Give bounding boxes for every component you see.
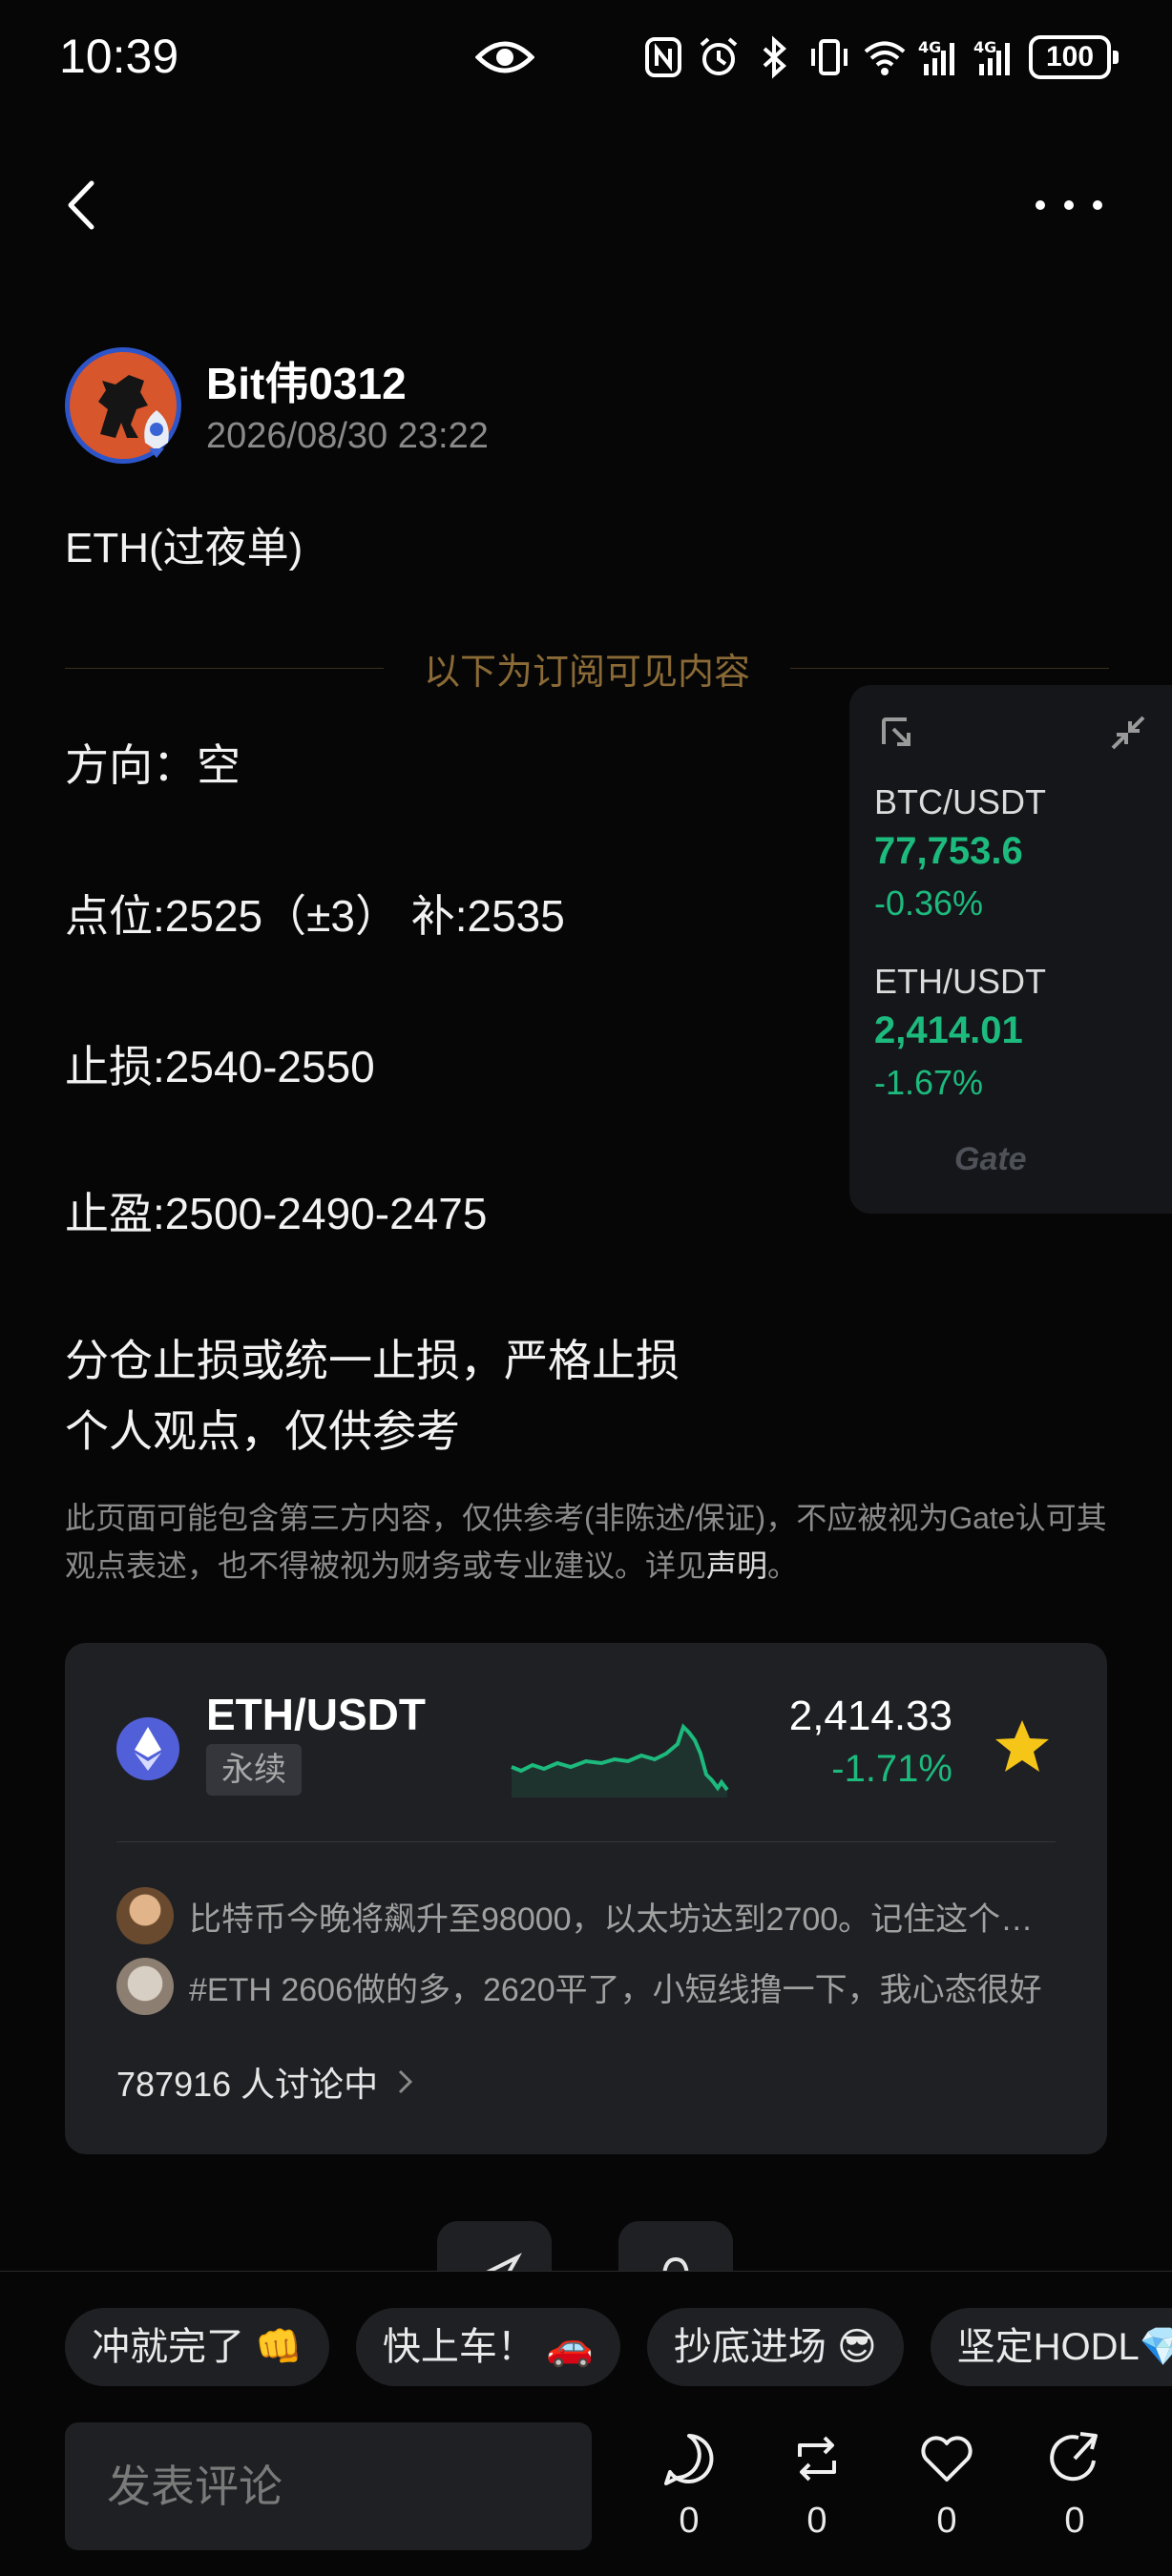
status-time: 10:39 [59, 30, 179, 83]
repost-button[interactable]: 0 [779, 2430, 855, 2554]
discussion-count: 787916 人讨论中 [116, 2065, 379, 2104]
post-line-entry: 点位:2525（±3） 补:2535 [65, 891, 565, 941]
repost-icon [798, 2436, 836, 2482]
disclaimer: 此页面可能包含第三方内容，仅供参考(非陈述/保证)，不应被视为Gate认可其观点… [65, 1494, 1115, 1589]
user-avatar [116, 1887, 174, 1944]
nfc-icon [645, 37, 681, 77]
disclaimer-link[interactable]: 声明 [706, 1548, 767, 1583]
post-timestamp: 2026/08/30 23:22 [206, 416, 489, 456]
post-title: ETH(过夜单) [65, 525, 303, 571]
subscription-divider-text: 以下为订阅可见内容 [424, 652, 751, 693]
quick-reply-row: 冲就完了 👊 快上车！ 🚗 抄底进场 😎 坚定HODL💎 [65, 2308, 1172, 2386]
comment-icon [664, 2434, 714, 2485]
heart-icon [921, 2436, 973, 2482]
card-divider [116, 1841, 1056, 1842]
gate-logo: Gate [954, 1141, 1027, 1177]
post-line-direction: 方向：空 [65, 740, 241, 790]
post-line-note: 个人观点，仅供参考 [65, 1406, 460, 1456]
wifi-icon [864, 41, 906, 75]
bottom-bar: 冲就完了 👊 快上车！ 🚗 抄底进场 😎 坚定HODL💎 发表评论 0 0 0 … [0, 2271, 1172, 2576]
chevron-right-icon [399, 2069, 413, 2094]
comment-input[interactable]: 发表评论 [65, 2422, 592, 2550]
favorite-star-icon[interactable] [993, 1717, 1052, 1776]
back-button[interactable] [59, 172, 107, 239]
ticker-price: 77,753.6 [874, 830, 1023, 872]
alarm-icon [700, 37, 738, 75]
post-line-take-profit: 止盈:2500-2490-2475 [65, 1189, 488, 1238]
ticker-price: 2,414.01 [874, 1009, 1023, 1051]
floating-ticker-panel[interactable]: BTC/USDT 77,753.6 -0.36% ETH/USDT 2,414.… [849, 685, 1172, 1214]
like-count: 0 [936, 2501, 957, 2541]
discussion-text: #ETH 2606做的多，2620平了，小短线撸一下，我心态很好 [189, 1971, 1042, 2008]
share-button[interactable]: 0 [1036, 2430, 1113, 2554]
divider-line [790, 667, 1110, 669]
status-icons: 4G 4G 100 [641, 31, 1119, 84]
market-change: -1.71% [831, 1748, 952, 1790]
repost-count: 0 [806, 2501, 827, 2541]
perpetual-tag: 永续 [206, 1744, 302, 1796]
disclaimer-text: 此页面可能包含第三方内容，仅供参考(非陈述/保证)，不应被视为Gate认可其观点… [65, 1501, 1107, 1583]
more-options-button[interactable] [1031, 181, 1107, 229]
ticker-change: -1.67% [874, 1063, 984, 1102]
share-icon [1050, 2432, 1098, 2482]
comment-count: 0 [679, 2501, 700, 2541]
ethereum-icon [116, 1717, 179, 1780]
discussion-text: 比特币今晚将飙升至98000，以太坊达到2700。记住这个时刻，以后我们都会站在… [189, 1901, 1048, 1938]
bluetooth-icon [763, 35, 786, 79]
author-name[interactable]: Bit伟0312 [206, 349, 407, 412]
quick-reply-chip[interactable]: 坚定HODL💎 [930, 2308, 1172, 2386]
ticker-pair: BTC/USDT [874, 782, 1046, 821]
status-bar: 10:39 4G 4G 100 [0, 0, 1172, 114]
quick-reply-chip[interactable]: 快上车！ 🚗 [355, 2308, 620, 2386]
comment-button[interactable]: 0 [651, 2430, 727, 2554]
battery-indicator: 100 [1029, 35, 1119, 79]
market-price: 2,414.33 [788, 1693, 952, 1739]
eye-icon [475, 41, 534, 73]
svg-text:4G: 4G [918, 38, 941, 56]
discussion-item[interactable]: 比特币今晚将飙升至98000，以太坊达到2700。记住这个时刻，以后我们都会站在… [116, 1885, 1071, 1946]
divider-line [65, 667, 384, 669]
share-count: 0 [1064, 2501, 1085, 2541]
ticker-pair: ETH/USDT [874, 962, 1046, 1001]
vibrate-icon [811, 39, 848, 75]
ticker-change: -0.36% [874, 883, 984, 923]
discussion-count-link[interactable]: 787916 人讨论中 [116, 2057, 416, 2107]
signal-4g-icon: 4G [973, 38, 1010, 75]
post-line-note: 分仓止损或统一止损，严格止损 [65, 1336, 680, 1385]
market-card[interactable]: ETH/USDT 永续 2,414.33 -1.71% 比特币今晚将飙升至980… [65, 1643, 1107, 2154]
user-avatar [116, 1958, 174, 2015]
quick-reply-chip[interactable]: 冲就完了 👊 [65, 2308, 329, 2386]
expand-icon[interactable] [878, 714, 916, 752]
svg-text:4G: 4G [973, 38, 996, 56]
signal-4g-icon: 4G [918, 38, 954, 75]
disclaimer-end: 。 [767, 1548, 799, 1583]
collapse-icon[interactable] [1109, 714, 1147, 752]
quick-reply-chip[interactable]: 抄底进场 😎 [646, 2308, 904, 2386]
like-button[interactable]: 0 [909, 2430, 985, 2554]
post-line-stop-loss: 止损:2540-2550 [65, 1042, 375, 1091]
market-pair: ETH/USDT [206, 1690, 426, 1739]
rocket-badge-icon [144, 410, 169, 458]
price-sparkline [511, 1723, 729, 1797]
discussion-item[interactable]: #ETH 2606做的多，2620平了，小短线撸一下，我心态很好 [116, 1956, 1071, 2017]
